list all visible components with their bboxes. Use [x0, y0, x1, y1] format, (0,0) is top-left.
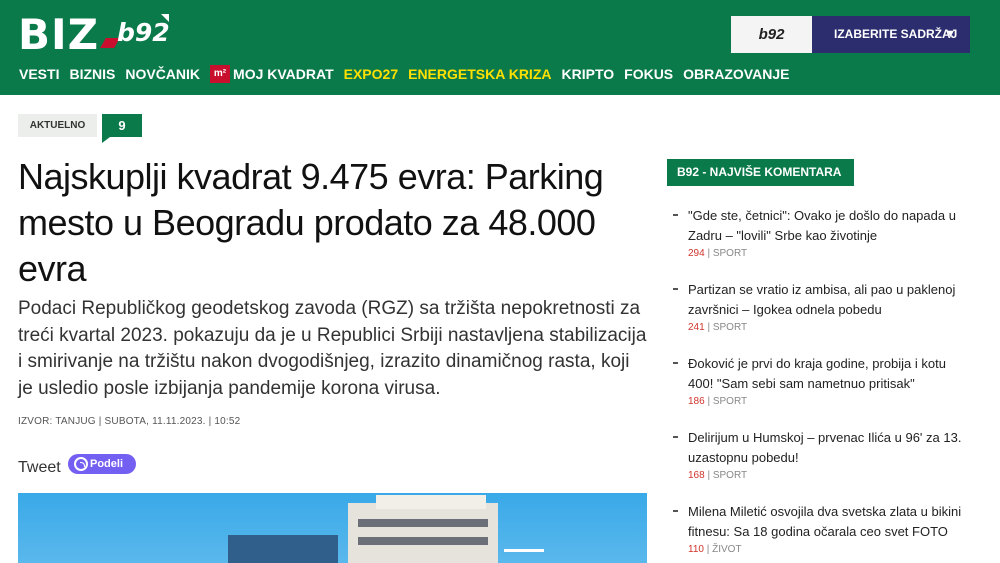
nav-item-fokus[interactable]: FOKUS [624, 65, 673, 83]
list-item-info: 186 | SPORT [688, 396, 748, 407]
image-windows-row [358, 519, 488, 527]
nav-item-novcanik[interactable]: NOVČANIK [125, 65, 200, 83]
list-bullet [673, 214, 678, 216]
list-item-info: 168 | SPORT [688, 470, 748, 481]
main-nav: VESTI BIZNIS NOVČANIK m² MOJ KVADRAT EXP… [19, 64, 799, 84]
content-select-dropdown[interactable]: IZABERITE SADRŽAJ ▼ [812, 16, 970, 53]
list-item-title[interactable]: Partizan se vratio iz ambisa, ali pao u … [688, 280, 972, 320]
b92-logo-corner [161, 14, 169, 22]
list-item-category[interactable]: ŽIVOT [712, 544, 741, 555]
list-bullet [673, 288, 678, 290]
biz-logo[interactable]: BIZ [18, 12, 99, 58]
comment-count: 110 [688, 544, 704, 555]
comment-count-badge[interactable]: 9 [102, 114, 142, 143]
list-item-category[interactable]: SPORT [713, 248, 747, 259]
viber-share-button[interactable]: Podeli [68, 454, 136, 474]
category-tag[interactable]: AKTUELNO [18, 114, 97, 137]
b92-home-button[interactable]: b92 [731, 16, 812, 53]
comment-count: 241 [688, 322, 705, 333]
nav-item-obrazovanje[interactable]: OBRAZOVANJE [683, 65, 789, 83]
article-meta: IZVOR: TANJUG | SUBOTA, 11.11.2023. | 10… [18, 416, 241, 427]
comment-count: 186 [688, 396, 705, 407]
list-item[interactable]: Partizan se vratio iz ambisa, ali pao u … [672, 280, 972, 335]
nav-item-expo27[interactable]: EXPO27 [344, 65, 398, 83]
nav-item-kripto[interactable]: KRIPTO [562, 65, 615, 83]
list-bullet [673, 510, 678, 512]
image-building [348, 503, 498, 563]
list-item-title[interactable]: Đoković je prvi do kraja godine, probija… [688, 354, 972, 394]
list-item[interactable]: Đoković je prvi do kraja godine, probija… [672, 354, 972, 409]
list-item-title[interactable]: Milena Miletić osvojila dva svetska zlat… [688, 502, 972, 542]
list-item[interactable]: "Gde ste, četnici": Ovako je došlo do na… [672, 206, 972, 261]
comment-count: 168 [688, 470, 705, 481]
nav-item-biznis[interactable]: BIZNIS [69, 65, 115, 83]
list-item[interactable]: Milena Miletić osvojila dva svetska zlat… [672, 502, 972, 557]
site-header: BIZ b92 b92 IZABERITE SADRŽAJ ▼ VESTI BI… [0, 0, 1000, 95]
list-item-category[interactable]: SPORT [713, 322, 747, 333]
list-item-category[interactable]: SPORT [713, 470, 747, 481]
chevron-down-icon: ▼ [945, 28, 956, 40]
article-title: Najskuplji kvadrat 9.475 evra: Parking m… [18, 156, 604, 289]
image-building-left [228, 535, 338, 563]
list-item-info: 241 | SPORT [688, 322, 748, 333]
comment-count: 294 [688, 248, 705, 259]
nav-item-vesti[interactable]: VESTI [19, 65, 59, 83]
nav-item-energetska-kriza[interactable]: ENERGETSKA KRIZA [408, 65, 551, 83]
list-item-title[interactable]: Delirijum u Humskoj – prvenac Ilića u 96… [688, 428, 972, 468]
nav-item-moj-kvadrat[interactable]: m² MOJ KVADRAT [210, 65, 334, 83]
most-commented-list: "Gde ste, četnici": Ovako je došlo do na… [672, 206, 972, 563]
most-commented-heading: B92 - NAJVIŠE KOMENTARA [667, 159, 854, 186]
image-windows-row [358, 537, 488, 545]
list-item-title[interactable]: "Gde ste, četnici": Ovako je došlo do na… [688, 206, 972, 246]
b92-logo-text: b92 [117, 18, 170, 47]
list-item[interactable]: Delirijum u Humskoj – prvenac Ilića u 96… [672, 428, 972, 483]
list-item-info: 110 | ŽIVOT [688, 544, 742, 555]
m2-icon: m² [210, 65, 231, 83]
list-item-category[interactable]: SPORT [713, 396, 747, 407]
article-image [18, 493, 647, 563]
image-railing [504, 549, 544, 552]
list-bullet [673, 362, 678, 364]
viber-icon [74, 457, 88, 471]
content-select-label: IZABERITE SADRŽAJ [834, 27, 958, 41]
image-building-top [376, 495, 486, 509]
list-item-info: 294 | SPORT [688, 248, 748, 259]
viber-share-label: Podeli [90, 458, 124, 470]
list-bullet [673, 436, 678, 438]
nav-item-moj-kvadrat-label: MOJ KVADRAT [233, 66, 334, 82]
article-lead: Podaci Republičkog geodetskog zavoda (RG… [18, 298, 647, 399]
tweet-button[interactable]: Tweet [18, 459, 61, 477]
